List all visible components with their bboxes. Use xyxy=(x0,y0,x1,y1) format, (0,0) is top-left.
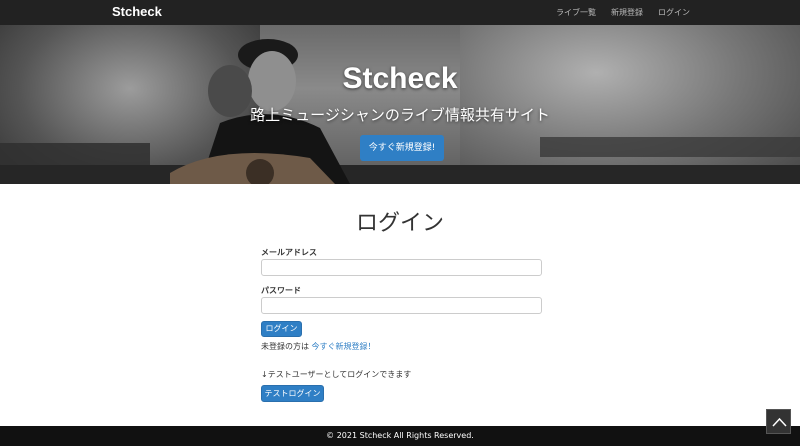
test-user-note: ↓テストユーザーとしてログインできます xyxy=(261,370,412,379)
signup-note: 未登録の方は 今すぐ新規登録！ xyxy=(261,341,376,352)
nav-links: ライブ一覧 新規登録 ログイン xyxy=(556,7,690,18)
password-field[interactable] xyxy=(261,297,542,314)
login-title: ログイン xyxy=(355,211,444,236)
hero-ground xyxy=(0,165,800,184)
nav-link-signup[interactable]: 新規登録 xyxy=(611,7,643,18)
email-field[interactable] xyxy=(261,259,542,276)
signup-now-button[interactable]: 今すぐ新規登録! xyxy=(360,135,444,161)
top-navbar: Stcheck ライブ一覧 新規登録 ログイン xyxy=(0,0,800,25)
chevron-up-icon xyxy=(772,417,787,427)
hero-title: Stcheck xyxy=(342,62,458,95)
hero-bench-right xyxy=(540,137,800,157)
password-label: パスワード xyxy=(261,286,301,295)
test-login-button[interactable]: テストログイン xyxy=(261,385,324,402)
nav-link-live-list[interactable]: ライブ一覧 xyxy=(556,7,596,18)
email-label: メールアドレス xyxy=(261,248,317,257)
login-button[interactable]: ログイン xyxy=(261,321,302,337)
footer: © 2021 Stcheck All Rights Reserved. xyxy=(0,426,800,446)
brand-logo[interactable]: Stcheck xyxy=(112,4,162,19)
hero-bench-left xyxy=(0,143,150,165)
signup-prefix: 未登録の方は xyxy=(261,342,309,351)
copyright-text: © 2021 Stcheck All Rights Reserved. xyxy=(326,431,474,440)
signup-link[interactable]: 今すぐ新規登録！ xyxy=(312,342,376,351)
scroll-top-button[interactable] xyxy=(766,409,791,434)
hero-subtitle: 路上ミュージシャンのライブ情報共有サイト xyxy=(250,106,550,124)
nav-link-login[interactable]: ログイン xyxy=(658,7,690,18)
